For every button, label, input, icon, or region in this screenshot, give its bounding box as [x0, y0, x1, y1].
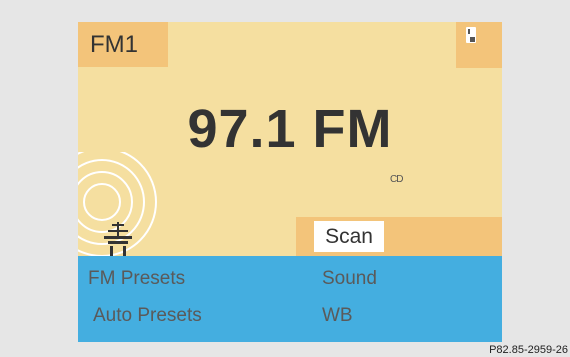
station-frequency: 97.1 FM: [187, 99, 393, 159]
menu-item-fm-presets[interactable]: FM Presets: [88, 268, 185, 290]
menu-item-auto-presets[interactable]: Auto Presets: [93, 305, 202, 327]
band-label[interactable]: FM1: [78, 22, 168, 67]
menu-panel: FM Presets Sound Auto Presets WB: [78, 256, 502, 342]
radio-screen: FM1 97.1 FM CD Scan FM Presets Sound Aut…: [78, 22, 502, 342]
rds-indicator: CD: [390, 174, 403, 185]
device-indicator-icon: [456, 22, 502, 68]
radio-tower-signal-icon: [78, 152, 157, 259]
scan-button[interactable]: Scan: [314, 221, 384, 252]
menu-item-sound[interactable]: Sound: [322, 268, 377, 290]
menu-item-wb[interactable]: WB: [322, 305, 353, 327]
figure-reference: P82.85-2959-26: [489, 344, 568, 356]
